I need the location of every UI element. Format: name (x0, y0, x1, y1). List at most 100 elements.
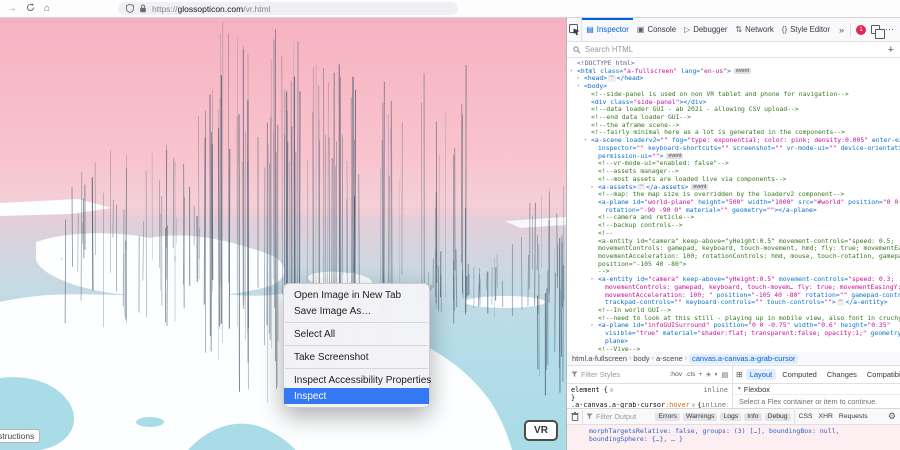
error-count-badge[interactable]: 1 (856, 24, 866, 35)
devtools-menu-icon[interactable]: ⋯ (885, 24, 895, 35)
pseudo-class-toggle[interactable]: :hov (669, 371, 682, 378)
search-html-row: Search HTML + (567, 42, 900, 58)
tab-label: Console (647, 25, 677, 34)
code-segment: device-orientation- (840, 143, 900, 152)
responsive-design-mode-icon[interactable] (871, 25, 885, 39)
breadcrumb-item[interactable]: canvas.a-canvas.a-grab-cursor (689, 353, 799, 364)
code-segment: ></a-plane> (774, 205, 817, 214)
rule-source-link[interactable]: inline (703, 386, 728, 394)
expand-arrow-icon[interactable]: ▸ (591, 184, 598, 192)
pane-toggle-icon[interactable]: ⊞ (736, 370, 743, 379)
event-badge: event (666, 152, 684, 160)
context-menu-item-select-all[interactable]: Select All (284, 326, 429, 342)
markup-line[interactable]: ▸ <head> ⋯ </head> (567, 74, 900, 83)
highlight-rule-icon[interactable]: ⊙ (610, 387, 614, 394)
next-rule-source-link[interactable]: inline:2 (701, 402, 728, 408)
print-sim-icon[interactable]: ▤ (722, 371, 728, 379)
breadcrumb-item[interactable]: a-scene (656, 354, 683, 363)
collapsed-ellipsis[interactable]: ⋯ (608, 74, 616, 82)
more-tabs-icon[interactable]: » (839, 25, 845, 35)
lock-icon[interactable] (139, 4, 147, 13)
instructions-chip[interactable]: structions (0, 429, 41, 443)
dark-scheme-icon[interactable]: ◐ (714, 371, 718, 378)
expand-arrow-icon[interactable]: ▸ (591, 322, 598, 330)
context-menu-item-inspect[interactable]: Inspect (284, 388, 429, 404)
console-filter-errors[interactable]: Errors (655, 412, 680, 421)
next-rule-clipped[interactable]: .a-canvas.a-grab-cursor:hover ⊙ { inline… (571, 402, 728, 408)
console-category-requests[interactable]: Requests (838, 413, 869, 420)
context-menu-item-open-image-in-new-tab[interactable]: Open Image in New Tab (284, 287, 429, 303)
context-menu-item-take-screenshot[interactable]: Take Screenshot (284, 349, 429, 365)
tab-network[interactable]: ⇅ Network (731, 18, 777, 41)
console-filter-debug[interactable]: Debug (764, 412, 791, 421)
expand-arrow-icon[interactable]: ▸ (591, 276, 598, 284)
expand-arrow-icon[interactable]: ▾ (584, 137, 591, 145)
code-segment: <!--Vive--> (598, 344, 641, 352)
tab-inspector[interactable]: ▤ Inspector (582, 18, 633, 41)
element-rule[interactable]: element { ⊙ inline (571, 386, 728, 394)
forward-icon[interactable]: → (7, 3, 17, 14)
flexbox-section-header[interactable]: ▾ Flexbox (733, 384, 900, 395)
breadcrumb-item[interactable]: html.a-fullscreen (572, 354, 627, 363)
code-segment: "#world" (813, 197, 845, 206)
event-badge: event (691, 183, 709, 190)
collapsed-ellipsis[interactable]: ⋯ (637, 183, 645, 190)
console-output-line: boundingSphere: {…}, … } (589, 435, 683, 443)
tab-style-editor[interactable]: {} Style Editor (778, 18, 834, 41)
console-settings-icon[interactable]: ⚙ (888, 411, 896, 422)
console-filter-buttons: Errors Warnings Logs Info Debug (655, 412, 791, 421)
search-html-input[interactable]: Search HTML (585, 45, 633, 54)
clear-console-icon[interactable] (571, 412, 579, 421)
data-spike (242, 161, 244, 306)
tab-debugger[interactable]: ▷ Debugger (680, 18, 731, 41)
context-menu-item-inspect-accessibility-properties[interactable]: Inspect Accessibility Properties (284, 372, 431, 388)
tab-console[interactable]: ▣ Console (633, 18, 680, 41)
sidebar-tab-computed[interactable]: Computed (778, 369, 821, 380)
data-spike (64, 219, 66, 324)
code-segment: </a-entity> (845, 298, 888, 307)
shield-icon[interactable] (126, 4, 134, 13)
expand-arrow-icon[interactable]: ▾ (570, 68, 577, 76)
context-menu-item-save-image-as[interactable]: Save Image As… (284, 303, 429, 319)
console-category-css[interactable]: CSS (798, 413, 814, 420)
data-spike (203, 137, 206, 305)
console-filter-logs[interactable]: Logs (720, 412, 742, 421)
markup-line[interactable]: <!--backup controls--> (567, 221, 900, 230)
breadcrumb-item[interactable]: body (633, 354, 649, 363)
expand-arrow-icon[interactable]: ▸ (577, 75, 584, 83)
class-toggle[interactable]: .cls (685, 371, 695, 378)
sidebar-tab-layout[interactable]: Layout (745, 369, 777, 380)
home-icon[interactable]: ⌂ (44, 3, 50, 14)
devtools-tabs: ▤ Inspector ▣ Console ▷ Debugger ⇅ Network{} Sty… (582, 18, 834, 41)
sidebar-tab-changes[interactable]: Changes (823, 369, 861, 380)
reload-glyph (26, 2, 35, 11)
data-spike (228, 148, 231, 329)
data-spike (537, 295, 539, 370)
filter-styles-input[interactable]: Filter Styles (581, 370, 620, 379)
code-segment: screenshot= (728, 143, 776, 152)
add-node-icon[interactable]: + (888, 44, 894, 55)
add-rule-icon[interactable]: + (698, 371, 702, 378)
sidebar-tab-compatibility[interactable]: Compatibility (863, 369, 900, 380)
event-badge: event (733, 67, 751, 75)
collapsed-ellipsis[interactable]: ⋯ (836, 298, 845, 306)
network-icon: ⇅ (735, 25, 743, 34)
tab-label: Style Editor (790, 25, 830, 34)
highlight-rule-icon[interactable]: ⊙ (692, 402, 696, 408)
expand-arrow-icon[interactable]: ▾ (577, 83, 584, 91)
console-filter-info[interactable]: Info (744, 412, 762, 421)
markup-line[interactable]: position="-105 40 -80"> (567, 260, 900, 269)
code-segment: "" (775, 143, 783, 152)
code-segment: geometry= (870, 329, 900, 338)
console-filter-warnings[interactable]: Warnings (682, 412, 718, 421)
code-segment: "" (720, 205, 729, 214)
console-output[interactable]: morphTargetsRelative: false, groups: (3)… (567, 425, 900, 450)
filter-output-input[interactable]: Filter Output (596, 412, 636, 421)
reload-icon[interactable] (26, 2, 35, 15)
light-scheme-icon[interactable]: ☀ (705, 371, 711, 379)
console-category-xhr[interactable]: XHR (818, 413, 834, 420)
node-picker-icon[interactable] (567, 18, 583, 41)
context-menu-separator (285, 322, 428, 323)
vr-mode-button[interactable]: VR (524, 420, 558, 441)
url-bar[interactable]: https://glossopticon.com/vr.html (118, 2, 458, 15)
